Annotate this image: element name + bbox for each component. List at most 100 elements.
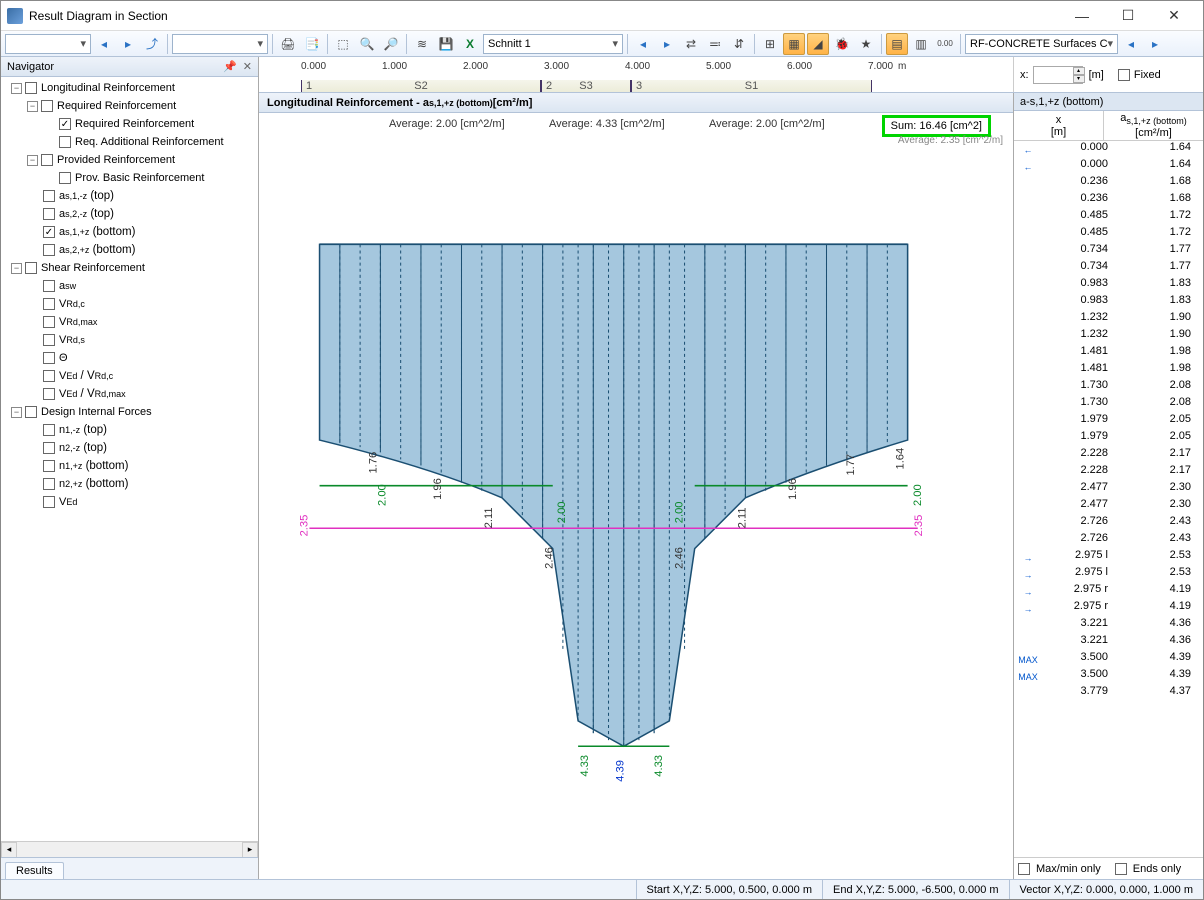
tree-as2-z-top[interactable]: as,2,-z (top) (5, 205, 258, 223)
table-row[interactable]: 1.9792.05 (1014, 430, 1203, 447)
tree-ved-vrdc[interactable]: VEd / VRd,c (5, 367, 258, 385)
tree-shear[interactable]: −Shear Reinforcement (5, 259, 258, 277)
table-row[interactable]: 3.2214.36 (1014, 634, 1203, 651)
tree-vrdmax[interactable]: VRd,max (5, 313, 258, 331)
tree-n1+z[interactable]: n1,+z (bottom) (5, 457, 258, 475)
table-row[interactable]: 2.4772.30 (1014, 481, 1203, 498)
tree-required[interactable]: −Required Reinforcement (5, 97, 258, 115)
tree-req-add[interactable]: Req. Additional Reinforcement (5, 133, 258, 151)
panel-close-icon[interactable]: ✕ (243, 60, 252, 73)
table-row[interactable]: 0.4851.72 (1014, 226, 1203, 243)
report-icon[interactable]: 📑 (301, 33, 323, 55)
table-row[interactable]: →2.975 r4.19 (1014, 583, 1203, 600)
table-row[interactable]: 2.4772.30 (1014, 498, 1203, 515)
tree-longitudinal[interactable]: −Longitudinal Reinforcement (5, 79, 258, 97)
navigator-hscroll[interactable]: ◂ ▸ (1, 841, 258, 857)
tool-i-icon[interactable]: ▥ (910, 33, 932, 55)
hscroll-right-icon[interactable]: ▸ (242, 842, 258, 858)
nav-first-icon[interactable]: ◂ (93, 33, 115, 55)
tool-f-icon[interactable]: 🐞 (831, 33, 853, 55)
tree-prov-basic[interactable]: Prov. Basic Reinforcement (5, 169, 258, 187)
tool-d-icon[interactable]: ⇵ (728, 33, 750, 55)
x-spin-up-icon[interactable]: ▴ (1073, 67, 1085, 75)
minimize-button[interactable]: — (1059, 1, 1105, 31)
tool-highlight2-icon[interactable]: ◢ (807, 33, 829, 55)
tree-vrds[interactable]: VRd,s (5, 331, 258, 349)
navigator-tree[interactable]: −Longitudinal Reinforcement −Required Re… (1, 77, 258, 841)
tool-a-icon[interactable]: ≋ (411, 33, 433, 55)
tool-e-icon[interactable]: ⊞ (759, 33, 781, 55)
table-row[interactable]: 1.4811.98 (1014, 345, 1203, 362)
table-row[interactable]: 1.2321.90 (1014, 328, 1203, 345)
tree-n2-z[interactable]: n2,-z (top) (5, 439, 258, 457)
tree-as2+z-bot[interactable]: as,2,+z (bottom) (5, 241, 258, 259)
table-row[interactable]: 2.2282.17 (1014, 447, 1203, 464)
x-spin-down-icon[interactable]: ▾ (1073, 75, 1085, 83)
excel-icon[interactable]: X (459, 33, 481, 55)
table-row[interactable]: 1.4811.98 (1014, 362, 1203, 379)
tree-as1-z-top[interactable]: as,1,-z (top) (5, 187, 258, 205)
table-row[interactable]: 0.9831.83 (1014, 277, 1203, 294)
table-row[interactable]: →2.975 l2.53 (1014, 566, 1203, 583)
save-icon[interactable]: 💾 (435, 33, 457, 55)
table-row[interactable]: 2.7262.43 (1014, 532, 1203, 549)
maxmin-checkbox[interactable] (1018, 863, 1030, 875)
tree-ved-vrdmax[interactable]: VEd / VRd,max (5, 385, 258, 403)
table-row[interactable]: 1.2321.90 (1014, 311, 1203, 328)
tree-asw[interactable]: asw (5, 277, 258, 295)
tree-ved[interactable]: VEd (5, 493, 258, 511)
module-next-icon[interactable]: ▸ (1144, 33, 1166, 55)
close-button[interactable]: ✕ (1151, 1, 1197, 31)
ends-checkbox[interactable] (1115, 863, 1127, 875)
table-row[interactable]: →2.975 l2.53 (1014, 549, 1203, 566)
tree-required-reinf[interactable]: Required Reinforcement (5, 115, 258, 133)
table-row[interactable]: 0.4851.72 (1014, 209, 1203, 226)
diagram-area[interactable]: Average: 2.00 [cm^2/m] Average: 4.33 [cm… (259, 113, 1013, 879)
tool-h-icon[interactable]: ▤ (886, 33, 908, 55)
table-row[interactable]: 0.2361.68 (1014, 192, 1203, 209)
pin-icon[interactable]: 📌 (223, 60, 237, 73)
zoom-out-icon[interactable]: 🔎 (380, 33, 402, 55)
section-prev-icon[interactable]: ◂ (632, 33, 654, 55)
table-row[interactable]: MAX3.5004.39 (1014, 668, 1203, 685)
tool-c-icon[interactable]: ≕ (704, 33, 726, 55)
table-row[interactable]: 1.7302.08 (1014, 379, 1203, 396)
table-row[interactable]: 0.7341.77 (1014, 260, 1203, 277)
table-row[interactable]: ←0.0001.64 (1014, 158, 1203, 175)
tree-n1-z[interactable]: n1,-z (top) (5, 421, 258, 439)
nav-prev-icon[interactable]: ▸ (117, 33, 139, 55)
fixed-checkbox[interactable] (1118, 69, 1130, 81)
table-row[interactable]: ←0.0001.64 (1014, 141, 1203, 158)
table-row[interactable]: 1.9792.05 (1014, 413, 1203, 430)
combo-2[interactable]: ▾ (172, 34, 268, 54)
hscroll-left-icon[interactable]: ◂ (1, 842, 17, 858)
tab-results[interactable]: Results (5, 862, 64, 879)
table-row[interactable]: 2.2282.17 (1014, 464, 1203, 481)
print-icon[interactable]: 🖨 (277, 33, 299, 55)
module-prev-icon[interactable]: ◂ (1120, 33, 1142, 55)
table-row[interactable]: 1.7302.08 (1014, 396, 1203, 413)
data-table-body[interactable]: ←0.0001.64←0.0001.640.2361.680.2361.680.… (1014, 141, 1203, 857)
table-row[interactable]: 0.9831.83 (1014, 294, 1203, 311)
schnitt-combo[interactable]: Schnitt 1▾ (483, 34, 623, 54)
tool-highlight1-icon[interactable]: ▦ (783, 33, 805, 55)
zoom-in-icon[interactable]: 🔍 (356, 33, 378, 55)
tree-as1+z-bot[interactable]: as,1,+z (bottom) (5, 223, 258, 241)
tree-dif[interactable]: −Design Internal Forces (5, 403, 258, 421)
table-row[interactable]: MAX3.5004.39 (1014, 651, 1203, 668)
tree-vrdc[interactable]: VRd,c (5, 295, 258, 313)
tool-g-icon[interactable]: ★ (855, 33, 877, 55)
combo-1[interactable]: ▾ (5, 34, 91, 54)
module-combo[interactable]: RF-CONCRETE Surfaces C▾ (965, 34, 1118, 54)
zoom-window-icon[interactable]: ⬚ (332, 33, 354, 55)
table-row[interactable]: 3.7794.37 (1014, 685, 1203, 702)
nav-jump-icon[interactable]: ⤴ (141, 33, 163, 55)
tree-provided[interactable]: −Provided Reinforcement (5, 151, 258, 169)
maximize-button[interactable]: ☐ (1105, 1, 1151, 31)
table-row[interactable]: 0.7341.77 (1014, 243, 1203, 260)
table-row[interactable]: →2.975 r4.19 (1014, 600, 1203, 617)
table-row[interactable]: 3.2214.36 (1014, 617, 1203, 634)
tool-b-icon[interactable]: ⇄ (680, 33, 702, 55)
tree-theta[interactable]: Θ (5, 349, 258, 367)
table-row[interactable]: 2.7262.43 (1014, 515, 1203, 532)
